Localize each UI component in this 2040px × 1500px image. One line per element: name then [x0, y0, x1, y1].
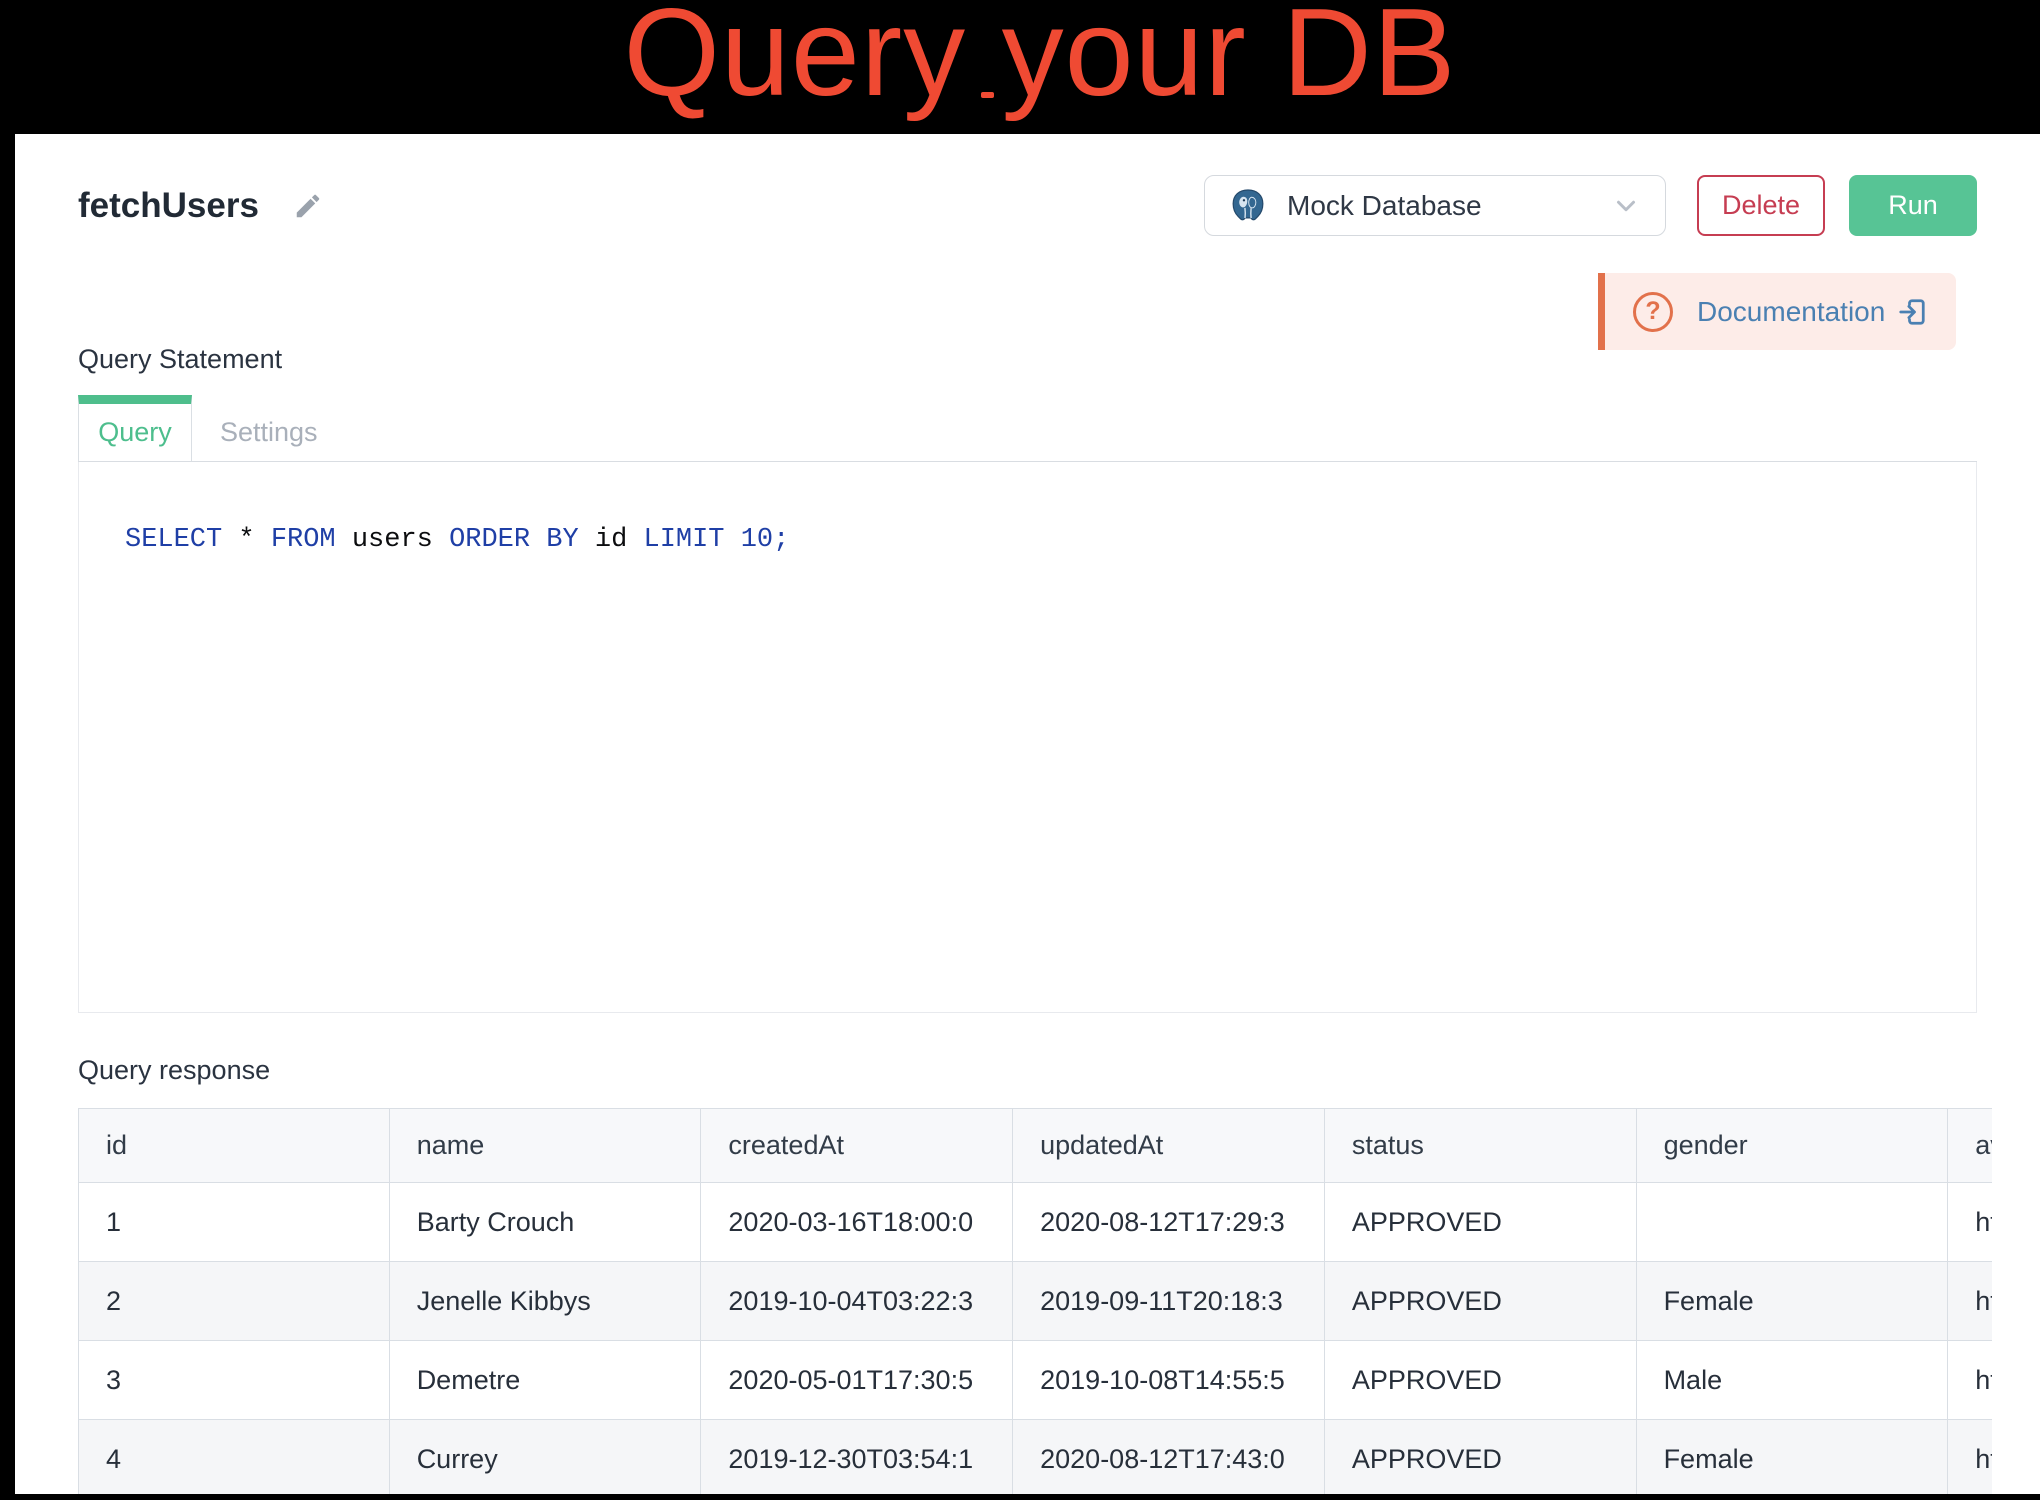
column-header-name: name: [389, 1109, 701, 1183]
sql-text: *: [222, 525, 271, 555]
documentation-link[interactable]: Documentation: [1697, 296, 1885, 328]
table-cell: Barty Crouch: [389, 1183, 701, 1262]
table-row: 1Barty Crouch2020-03-16T18:00:02020-08-1…: [79, 1183, 1993, 1262]
table-cell: 2: [79, 1262, 390, 1341]
table-cell: APPROVED: [1324, 1420, 1636, 1495]
table-cell: 2019-09-11T20:18:3: [1013, 1262, 1325, 1341]
tab-query[interactable]: Query: [78, 395, 192, 461]
table-cell: https://: [1948, 1341, 1992, 1420]
tab-bar: Query Settings: [78, 395, 1977, 462]
table-row: 4Currey2019-12-30T03:54:12020-08-12T17:4…: [79, 1420, 1993, 1495]
documentation-banner: ? Documentation: [1598, 273, 1956, 350]
table-cell: 1: [79, 1183, 390, 1262]
table-cell: APPROVED: [1324, 1341, 1636, 1420]
edit-pencil-icon[interactable]: [293, 191, 323, 221]
sql-keyword: SELECT: [125, 525, 222, 555]
sql-keyword: ORDER BY: [449, 525, 579, 555]
database-select[interactable]: Mock Database: [1204, 175, 1666, 236]
response-table: idnamecreatedAtupdatedAtstatusgenderavat…: [78, 1108, 1992, 1494]
table-cell: Female: [1636, 1262, 1948, 1341]
column-header-updatedAt: updatedAt: [1013, 1109, 1325, 1183]
table-cell: Jenelle Kibbys: [389, 1262, 701, 1341]
table-cell: https://: [1948, 1420, 1992, 1495]
table-cell: 4: [79, 1420, 390, 1495]
column-header-createdAt: createdAt: [701, 1109, 1013, 1183]
table-cell: https://: [1948, 1183, 1992, 1262]
run-button[interactable]: Run: [1849, 175, 1977, 236]
table-cell: 2020-03-16T18:00:0: [701, 1183, 1013, 1262]
table-cell: https://: [1948, 1262, 1992, 1341]
column-header-avatar: avatar: [1948, 1109, 1992, 1183]
table-cell: Female: [1636, 1420, 1948, 1495]
sql-statement: SELECT * FROM users ORDER BY id LIMIT 10…: [125, 525, 1976, 555]
response-table-wrapper: idnamecreatedAtupdatedAtstatusgenderavat…: [78, 1108, 1992, 1494]
table-cell: 2020-08-12T17:29:3: [1013, 1183, 1325, 1262]
app-panel: fetchUsers Mock Database: [15, 134, 2040, 1494]
text-caret-mark: [981, 92, 994, 98]
query-response-label: Query response: [78, 1056, 1977, 1084]
sql-keyword: 10;: [741, 525, 790, 555]
table-cell: [1636, 1183, 1948, 1262]
table-cell: 2019-10-04T03:22:3: [701, 1262, 1013, 1341]
sql-keyword: LIMIT: [644, 525, 725, 555]
sql-editor[interactable]: SELECT * FROM users ORDER BY id LIMIT 10…: [78, 462, 1977, 1013]
table-body: 1Barty Crouch2020-03-16T18:00:02020-08-1…: [79, 1183, 1993, 1495]
table-cell: 2020-08-12T17:43:0: [1013, 1420, 1325, 1495]
external-link-icon: [1897, 297, 1927, 327]
sql-keyword: FROM: [271, 525, 336, 555]
table-cell: APPROVED: [1324, 1262, 1636, 1341]
help-circle-icon: ?: [1633, 292, 1673, 332]
table-cell: 2020-05-01T17:30:5: [701, 1341, 1013, 1420]
table-cell: Male: [1636, 1341, 1948, 1420]
table-header-row: idnamecreatedAtupdatedAtstatusgenderavat…: [79, 1109, 1993, 1183]
page-title: Query your DB: [623, 0, 1456, 115]
sql-text: [725, 525, 741, 555]
table-cell: Demetre: [389, 1341, 701, 1420]
table-cell: APPROVED: [1324, 1183, 1636, 1262]
column-header-status: status: [1324, 1109, 1636, 1183]
tab-settings[interactable]: Settings: [192, 395, 346, 461]
database-select-value: Mock Database: [1287, 190, 1482, 222]
sql-text: users: [336, 525, 449, 555]
table-cell: Currey: [389, 1420, 701, 1495]
table-row: 3Demetre2020-05-01T17:30:52019-10-08T14:…: [79, 1341, 1993, 1420]
table-cell: 2019-12-30T03:54:1: [701, 1420, 1013, 1495]
postgresql-elephant-icon: [1229, 187, 1267, 225]
chevron-down-icon: [1611, 191, 1641, 221]
toolbar: fetchUsers Mock Database: [78, 175, 1977, 236]
page-header: Query your DB: [0, 0, 2040, 134]
sql-text: id: [579, 525, 644, 555]
table-row: 2Jenelle Kibbys2019-10-04T03:22:32019-09…: [79, 1262, 1993, 1341]
column-header-id: id: [79, 1109, 390, 1183]
table-cell: 3: [79, 1341, 390, 1420]
column-header-gender: gender: [1636, 1109, 1948, 1183]
delete-button[interactable]: Delete: [1697, 175, 1825, 236]
app-content: fetchUsers Mock Database: [15, 134, 2040, 1494]
query-name-title: fetchUsers: [78, 186, 259, 226]
table-cell: 2019-10-08T14:55:5: [1013, 1341, 1325, 1420]
